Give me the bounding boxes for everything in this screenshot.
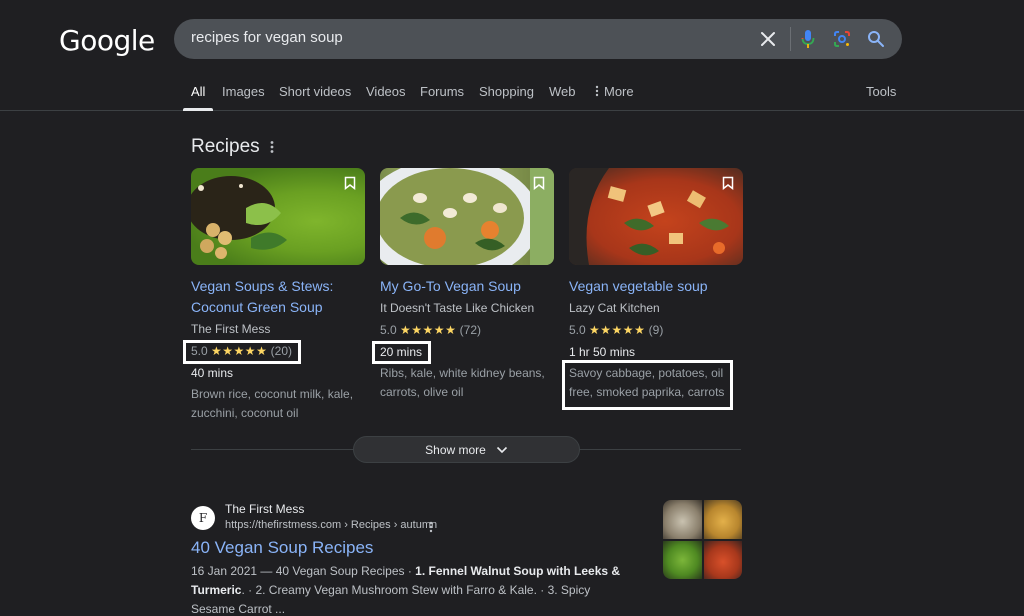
tab-web[interactable]: Web [549,84,576,99]
highlight-box [372,341,431,364]
recipe-source: The First Mess [191,322,271,336]
rating-value: 5.0 [380,323,397,337]
recipe-title[interactable]: My Go-To Vegan Soup [380,276,554,297]
recipe-image[interactable] [380,168,554,265]
tab-more-label: More [604,84,634,99]
show-more-button[interactable]: Show more [353,436,580,463]
recipe-source: Lazy Cat Kitchen [569,301,660,315]
recipe-ingredients: Brown rice, coconut milk, kale, zucchini… [191,387,354,420]
snippet-text: . · 2. Creamy Vegan Mushroom Stew with F… [191,583,591,616]
recipe-time: 1 hr 50 mins [569,345,636,359]
more-vert-icon [595,85,599,97]
search-box[interactable] [174,19,902,59]
recipe-time: 40 mins [191,366,234,380]
tools-button[interactable]: Tools [866,84,896,99]
thumbnail-image [703,540,742,579]
tab-short-videos[interactable]: Short videos [279,84,351,99]
show-more-label: Show more [425,442,486,457]
search-icon[interactable] [864,27,888,51]
thumbnail-image [703,500,742,539]
review-count: (9) [648,323,664,337]
tab-shopping[interactable]: Shopping [479,84,534,99]
rating-value: 5.0 [569,323,586,337]
snippet-text: — 40 Vegan Soup Recipes · [257,564,416,578]
recipe-ingredients: Ribs, kale, white kidney beans, carrots,… [380,366,545,399]
search-tabs: All Images Short videos Videos Forums Sh… [0,82,1024,111]
more-vert-icon[interactable] [269,140,275,159]
recipes-heading: Recipes [191,136,260,157]
tab-more[interactable]: More [594,84,634,99]
thumbnail-image [663,500,702,539]
thumbnail-image [663,540,702,579]
bookmark-icon[interactable] [533,176,545,195]
result-snippet: 16 Jan 2021 — 40 Vegan Soup Recipes · 1.… [191,562,631,616]
chevron-down-icon [496,446,507,453]
recipe-source: It Doesn't Taste Like Chicken [380,301,535,315]
result-title-link[interactable]: 40 Vegan Soup Recipes [191,538,373,558]
recipe-title[interactable]: Vegan vegetable soup [569,276,743,297]
site-name[interactable]: The First Mess [225,502,304,516]
more-vert-icon[interactable] [428,520,434,538]
site-favicon[interactable]: F [191,506,215,530]
google-logo[interactable]: Google [59,24,155,57]
highlight-box [562,360,733,410]
lens-icon[interactable] [830,27,854,51]
recipe-card[interactable]: Vegan vegetable soup Lazy Cat Kitchen 5.… [569,168,743,399]
highlight-box [183,340,301,364]
recipe-title[interactable]: Vegan Soups & Stews: Coconut Green Soup [191,276,365,318]
microphone-icon[interactable] [796,27,820,51]
recipe-image[interactable] [569,168,743,265]
review-count: (72) [459,323,482,337]
recipe-rating: 5.0 ★★★★★ (9) [569,323,663,337]
recipe-card[interactable]: My Go-To Vegan Soup It Doesn't Taste Lik… [380,168,554,399]
search-input[interactable] [191,29,751,46]
tab-videos[interactable]: Videos [366,84,406,99]
recipe-rating: 5.0 ★★★★★ (72) [380,323,481,337]
star-rating-icon: ★★★★★ [400,323,457,337]
tab-images[interactable]: Images [222,84,265,99]
snippet-date: 16 Jan 2021 [191,564,258,578]
bookmark-icon[interactable] [344,176,356,195]
clear-icon[interactable] [756,27,780,51]
active-tab-indicator [183,108,213,111]
bookmark-icon[interactable] [722,176,734,195]
tab-forums[interactable]: Forums [420,84,464,99]
site-url[interactable]: https://thefirstmess.com › Recipes › aut… [225,519,437,531]
tab-all[interactable]: All [191,84,205,99]
recipe-image[interactable] [191,168,365,265]
search-divider [790,27,791,51]
result-thumbnail[interactable] [663,500,742,579]
recipe-card[interactable]: Vegan Soups & Stews: Coconut Green Soup … [191,168,365,420]
star-rating-icon: ★★★★★ [589,323,646,337]
